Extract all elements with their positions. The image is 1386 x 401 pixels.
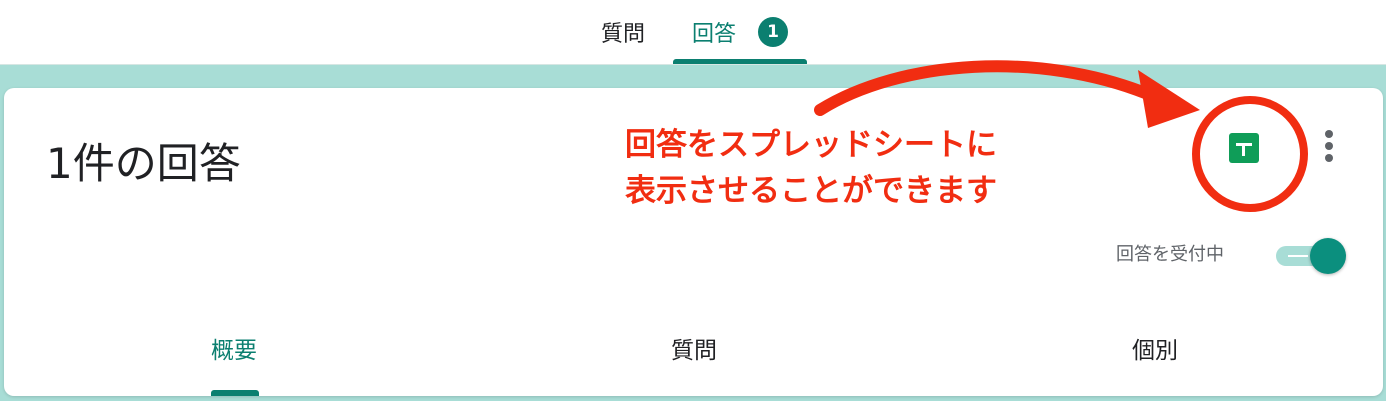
accepting-responses-toggle[interactable] — [1274, 236, 1346, 276]
subtab-question[interactable]: 質問 — [671, 331, 717, 365]
more-vert-icon — [1325, 130, 1333, 162]
active-subtab-indicator — [211, 390, 259, 396]
toggle-on-mark — [1288, 255, 1308, 257]
subtab-individual-label: 個別 — [1132, 338, 1178, 364]
subtab-summary-label: 概要 — [211, 338, 257, 364]
active-tab-indicator — [673, 59, 807, 64]
response-count-badge: 1 — [758, 17, 788, 47]
more-options-button[interactable] — [1314, 124, 1344, 168]
tab-responses-label: 回答 — [691, 22, 736, 47]
responses-card: 1件の回答 回答をスプレッドシートに 表示させることができます 回答を受付中 概… — [4, 88, 1383, 396]
top-tab-bar: 質問 回答 1 — [0, 0, 1386, 65]
annotation-line-2: 表示させることができます — [625, 173, 997, 209]
tab-questions-label: 質問 — [600, 22, 645, 47]
annotation-line-1: 回答をスプレッドシートに — [625, 127, 997, 163]
sheets-icon — [1229, 133, 1259, 163]
create-spreadsheet-button[interactable] — [1226, 130, 1262, 166]
tab-questions[interactable]: 質問 — [580, 0, 666, 64]
responses-title: 1件の回答 — [46, 139, 241, 188]
toggle-knob — [1310, 238, 1346, 274]
tab-responses[interactable]: 回答 1 — [673, 0, 807, 64]
annotation-text: 回答をスプレッドシートに 表示させることができます — [625, 122, 997, 214]
subtab-individual[interactable]: 個別 — [1132, 331, 1178, 365]
subtab-question-label: 質問 — [671, 338, 717, 364]
accepting-responses-label: 回答を受付中 — [1116, 244, 1224, 265]
subtab-summary[interactable]: 概要 — [211, 331, 257, 365]
